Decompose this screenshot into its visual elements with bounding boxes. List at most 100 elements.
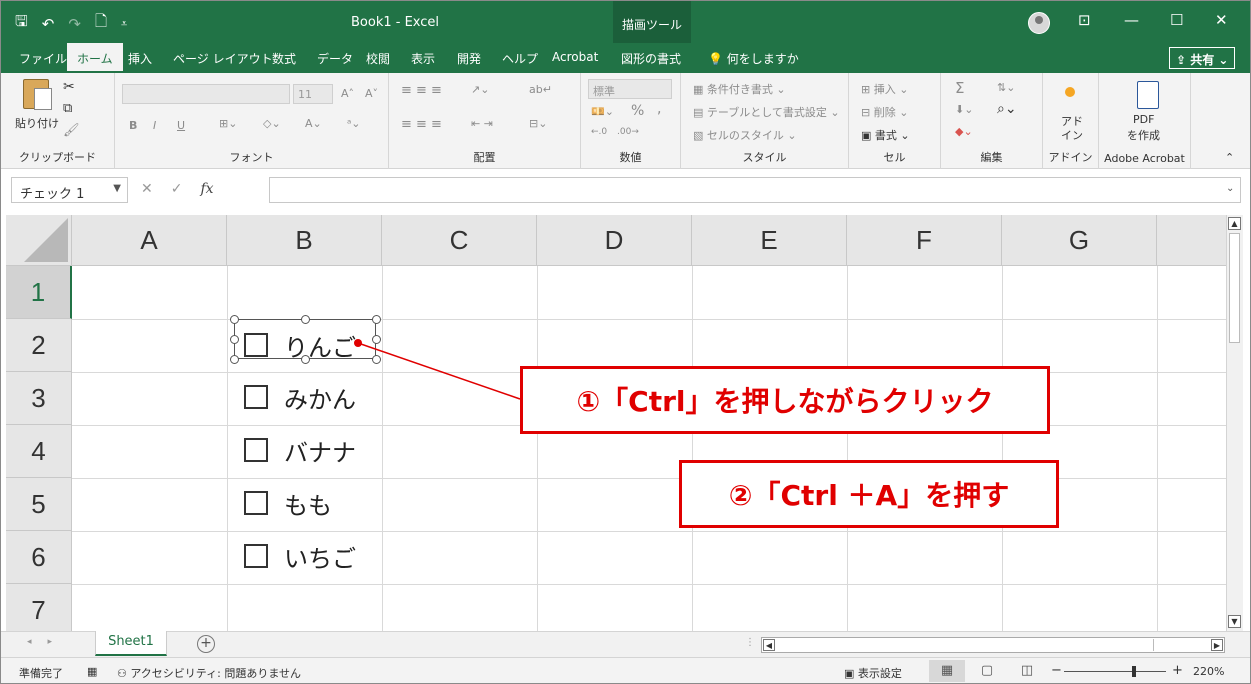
scroll-down-icon[interactable]: ▼ — [1228, 615, 1241, 628]
borders-icon[interactable]: ⊞⌄ — [219, 117, 237, 130]
tab-insert[interactable]: 挿入 — [128, 50, 152, 67]
tell-me-search[interactable]: 💡 何をしますか — [708, 50, 799, 67]
comma-button[interactable]: , — [657, 101, 661, 117]
undo-icon[interactable]: ↶ — [42, 15, 55, 33]
font-color-icon[interactable]: A⌄ — [305, 117, 322, 130]
number-format-combobox[interactable]: 標準 — [588, 79, 672, 99]
zoom-slider[interactable] — [1064, 671, 1166, 672]
vertical-scroll-thumb[interactable] — [1229, 233, 1240, 343]
row-header[interactable]: 3 — [6, 372, 72, 425]
name-box[interactable]: チェック 1 ▼ — [11, 177, 128, 203]
column-header-partial[interactable] — [1157, 215, 1226, 266]
paste-icon[interactable] — [23, 79, 52, 110]
create-pdf-line2[interactable]: を作成 — [1127, 127, 1160, 143]
tab-review[interactable]: 校閲 — [366, 50, 390, 67]
cut-icon[interactable]: ✂ — [63, 79, 75, 95]
zoom-level[interactable]: 220% — [1193, 665, 1224, 678]
phonetic-icon[interactable]: ᵃ⌄ — [347, 117, 361, 130]
column-header[interactable]: G — [1002, 215, 1157, 266]
sheet-tab-sheet1[interactable]: Sheet1 — [95, 631, 167, 656]
create-pdf-line1[interactable]: PDF — [1133, 113, 1154, 126]
save-icon[interactable]: 🖫 — [15, 11, 28, 36]
sheet-nav-arrows-icon[interactable]: ◂▸ — [27, 637, 68, 647]
resize-handle[interactable] — [230, 355, 239, 364]
zoom-slider-thumb[interactable] — [1132, 666, 1136, 677]
resize-handle[interactable] — [230, 335, 239, 344]
checkbox-item[interactable]: いちご — [244, 541, 356, 573]
cell-styles-button[interactable]: ▧ セルのスタイル ⌄ — [693, 127, 797, 143]
resize-handle[interactable] — [372, 355, 381, 364]
decrease-decimal-icon[interactable]: .00→ — [617, 127, 639, 137]
currency-icon[interactable]: 💴⌄ — [591, 105, 614, 118]
fill-icon[interactable]: ⬇⌄ — [955, 103, 973, 116]
font-size-combobox[interactable]: 11 — [293, 84, 333, 104]
tab-help[interactable]: ヘルプ — [502, 50, 538, 67]
orientation-icon[interactable]: ↗⌄ — [471, 83, 489, 96]
format-cells-button[interactable]: ▣ 書式 ⌄ — [861, 127, 910, 143]
select-all-corner[interactable] — [6, 215, 72, 266]
column-header[interactable]: D — [537, 215, 692, 266]
formula-input[interactable] — [269, 177, 1241, 203]
resize-handle[interactable] — [372, 335, 381, 344]
align-top-icon[interactable]: ≡ ≡ ≡ — [401, 83, 442, 98]
row-header[interactable]: 4 — [6, 425, 72, 478]
macro-record-icon[interactable]: ▦ — [87, 665, 97, 678]
scroll-right-icon[interactable]: ▶ — [1211, 639, 1223, 651]
tab-home[interactable]: ホーム — [67, 43, 123, 73]
zoom-in-button[interactable]: + — [1172, 663, 1183, 678]
scroll-up-icon[interactable]: ▲ — [1228, 217, 1241, 230]
tab-developer[interactable]: 開発 — [457, 50, 481, 67]
user-avatar[interactable] — [1028, 12, 1050, 34]
zoom-out-button[interactable]: − — [1051, 663, 1062, 678]
split-handle-icon[interactable]: ⋮ — [745, 637, 755, 648]
tab-page-layout[interactable]: ページ レイアウト — [173, 50, 273, 67]
wrap-text-icon[interactable]: ab↵ — [529, 83, 552, 96]
bold-button[interactable]: B — [129, 119, 137, 132]
row-header[interactable]: 6 — [6, 531, 72, 584]
increase-font-icon[interactable]: A˄ — [341, 87, 354, 100]
resize-handle[interactable] — [301, 315, 310, 324]
customize-qat-icon[interactable]: ⩡ — [121, 17, 127, 31]
page-layout-view-button[interactable]: ▢ — [969, 660, 1005, 682]
checkbox-item[interactable]: もも — [244, 488, 332, 520]
conditional-formatting-button[interactable]: ▦ 条件付き書式 ⌄ — [693, 81, 786, 97]
merge-icon[interactable]: ⊟⌄ — [529, 117, 547, 130]
font-name-combobox[interactable] — [122, 84, 290, 104]
tab-acrobat[interactable]: Acrobat — [552, 50, 598, 64]
checkbox-item[interactable]: バナナ — [244, 435, 356, 467]
tab-data[interactable]: データ — [317, 50, 353, 67]
column-header[interactable]: A — [72, 215, 227, 266]
format-painter-icon[interactable]: 🖌 — [63, 123, 80, 138]
scroll-left-icon[interactable]: ◀ — [763, 639, 775, 651]
addins-icon[interactable] — [1065, 87, 1075, 97]
delete-cells-button[interactable]: ⊟ 削除 ⌄ — [861, 104, 908, 120]
enter-icon[interactable]: ✓ — [171, 181, 183, 197]
resize-handle[interactable] — [372, 315, 381, 324]
ribbon-display-options-icon[interactable]: ⊡ — [1078, 11, 1091, 29]
increase-decimal-icon[interactable]: ←.0 — [591, 127, 607, 137]
paste-label[interactable]: 貼り付け — [15, 115, 59, 131]
collapse-ribbon-icon[interactable]: ⌃ — [1225, 151, 1234, 164]
cancel-icon[interactable]: ✕ — [141, 181, 153, 197]
close-button[interactable]: ✕ — [1215, 11, 1228, 29]
clear-icon[interactable]: ◆⌄ — [955, 125, 973, 138]
tab-view[interactable]: 表示 — [411, 50, 435, 67]
percent-button[interactable]: % — [631, 103, 644, 119]
column-header[interactable]: E — [692, 215, 847, 266]
horizontal-scroll-thumb[interactable] — [778, 639, 1154, 651]
normal-view-button[interactable]: ▦ — [929, 660, 965, 682]
resize-handle[interactable] — [230, 315, 239, 324]
column-header[interactable]: B — [227, 215, 382, 266]
checkbox-box[interactable] — [244, 385, 268, 409]
row-header[interactable]: 2 — [6, 319, 72, 372]
minimize-button[interactable]: — — [1124, 11, 1139, 29]
add-sheet-button[interactable]: + — [197, 635, 215, 653]
insert-function-button[interactable]: fx — [200, 181, 213, 197]
underline-button[interactable]: U — [177, 119, 185, 132]
checkbox-box[interactable] — [244, 438, 268, 462]
horizontal-scrollbar[interactable]: ◀ ▶ — [761, 637, 1225, 653]
vertical-scrollbar[interactable]: ▲ ▼ — [1226, 215, 1243, 631]
format-as-table-button[interactable]: ▤ テーブルとして書式設定 ⌄ — [693, 104, 840, 120]
redo-icon[interactable]: ↷ — [68, 15, 81, 33]
print-preview-icon[interactable]: 🗋 — [95, 11, 107, 36]
